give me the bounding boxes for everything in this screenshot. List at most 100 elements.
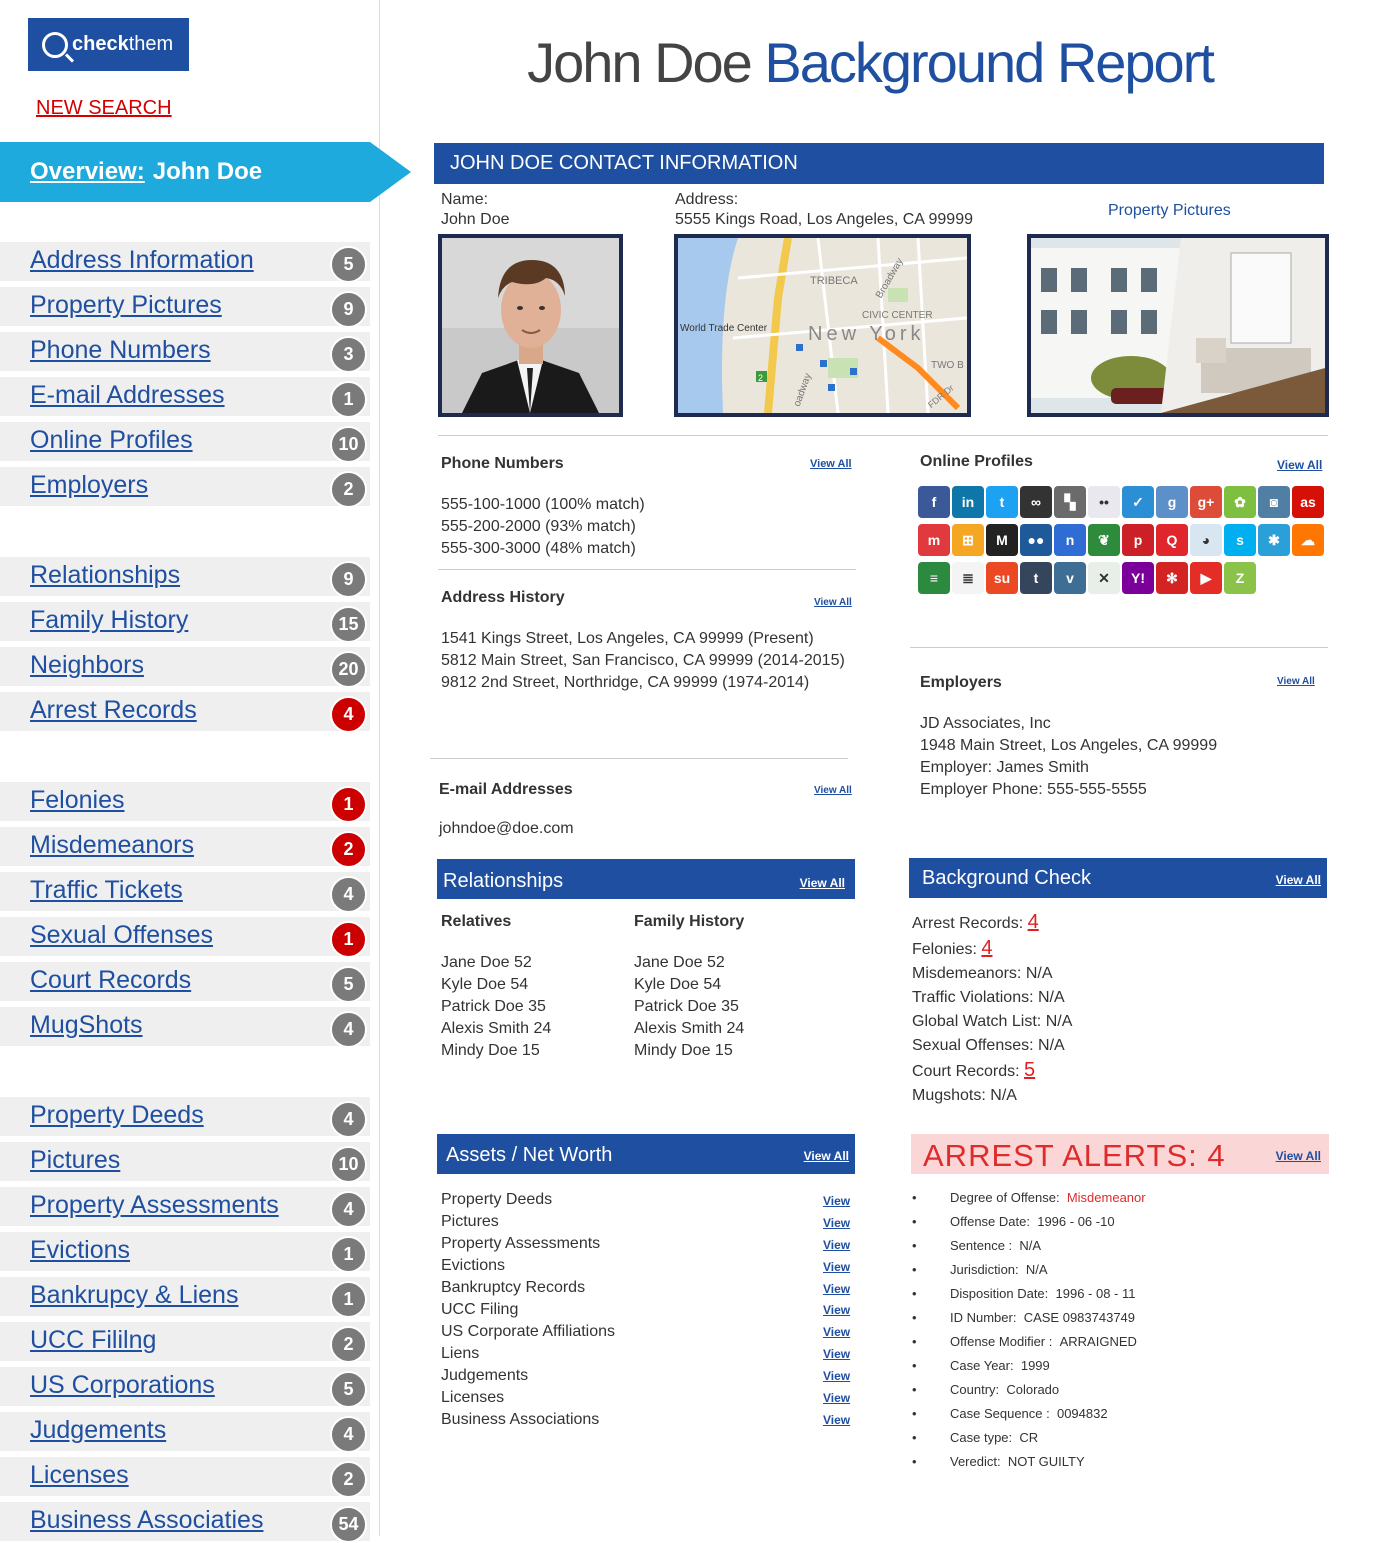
arrest-alert-label: Case type:	[950, 1430, 1013, 1445]
tumblr-icon[interactable]: t	[1020, 562, 1052, 594]
linkedin-icon[interactable]: in	[952, 486, 984, 518]
sidebar-nav-item[interactable]: Misdemeanors 2	[0, 827, 370, 868]
asset-view-link[interactable]: View	[823, 1216, 850, 1238]
sidebar-nav-item[interactable]: Traffic Tickets 4	[0, 872, 370, 913]
meetup-icon[interactable]: m	[918, 524, 950, 556]
online-profiles-view-all-link[interactable]: View All	[1277, 458, 1322, 472]
arrest-alerts-header: ARREST ALERTS: 4 View All	[911, 1134, 1329, 1174]
sidebar-nav-item[interactable]: US Corporations 5	[0, 1367, 370, 1408]
asset-view-link[interactable]: View	[823, 1260, 850, 1282]
spotify-icon[interactable]: ≡	[918, 562, 950, 594]
delicious-icon[interactable]: ▚	[1054, 486, 1086, 518]
stumbleupon-icon[interactable]: su	[986, 562, 1018, 594]
youtube-icon[interactable]: ▶	[1190, 562, 1222, 594]
checkthem-logo[interactable]: check them	[28, 18, 189, 71]
arrest-alert-value: CASE 0983743749	[1023, 1310, 1136, 1325]
icq-icon[interactable]: ✿	[1224, 486, 1256, 518]
sidebar-nav-item[interactable]: Arrest Records 4	[0, 692, 370, 733]
soundcloud-icon[interactable]: ☁	[1292, 524, 1324, 556]
myspace-icon[interactable]: ∞	[1020, 486, 1052, 518]
background-check-label: Court Records:	[912, 1063, 1020, 1080]
sidebar-nav-item[interactable]: Neighbors 20	[0, 647, 370, 688]
asset-view-link[interactable]: View	[823, 1391, 850, 1413]
sidebar-nav-item[interactable]: Property Deeds 4	[0, 1097, 370, 1138]
property-photo[interactable]	[1027, 234, 1329, 417]
sidebar-nav-item[interactable]: Employers 2	[0, 467, 370, 508]
sidebar-nav-item[interactable]: MugShots 4	[0, 1007, 370, 1048]
sidebar-nav-item[interactable]: Phone Numbers 3	[0, 332, 370, 373]
sidebar-nav-item[interactable]: Felonies 1	[0, 782, 370, 823]
sidebar-nav-item[interactable]: Address Information 5	[0, 242, 370, 283]
reddit-icon[interactable]: ◕	[1190, 524, 1222, 556]
lastfm-icon[interactable]: as	[1292, 486, 1324, 518]
quora-icon[interactable]: Q	[1156, 524, 1188, 556]
asset-item: Evictions	[441, 1257, 506, 1274]
asset-view-link[interactable]: View	[823, 1238, 850, 1260]
arrest-alerts-view-all-link[interactable]: View All	[1276, 1149, 1321, 1163]
windows-icon[interactable]: ⊞	[952, 524, 984, 556]
asset-view-link[interactable]: View	[823, 1413, 850, 1435]
emails-view-all-link[interactable]: View All	[814, 785, 852, 796]
myheritage-icon[interactable]: M	[986, 524, 1018, 556]
asset-view-link[interactable]: View	[823, 1325, 850, 1347]
sidebar-nav-item[interactable]: Licenses 2	[0, 1457, 370, 1498]
facebook-icon[interactable]: f	[918, 486, 950, 518]
background-check-value[interactable]: 4	[1028, 911, 1039, 933]
asset-view-link[interactable]: View	[823, 1369, 850, 1391]
yahoo-icon[interactable]: Y!	[1122, 562, 1154, 594]
asset-view-link[interactable]: View	[823, 1347, 850, 1369]
asset-view-link[interactable]: View	[823, 1282, 850, 1304]
background-check-row: Sexual Offenses: N/A	[912, 1034, 1072, 1058]
asset-view-link[interactable]: View	[823, 1303, 850, 1325]
overview-nav-item[interactable]: Overview: John Doe	[0, 142, 411, 202]
sidebar-nav-item[interactable]: Evictions 1	[0, 1232, 370, 1273]
sidebar-nav-item[interactable]: Judgements 4	[0, 1412, 370, 1453]
assets-view-all-link[interactable]: View All	[804, 1149, 849, 1163]
instagram-icon[interactable]: ◙	[1258, 486, 1290, 518]
zerply-icon[interactable]: Z	[1224, 562, 1256, 594]
netlog-icon[interactable]: n	[1054, 524, 1086, 556]
sidebar-nav-item[interactable]: Family History 15	[0, 602, 370, 643]
stumble-people-icon[interactable]: ✱	[1258, 524, 1290, 556]
evernote-icon[interactable]: ❦	[1088, 524, 1120, 556]
assets-header-bar: Assets / Net Worth View All	[437, 1134, 855, 1174]
asset-view-link[interactable]: View	[823, 1194, 850, 1216]
asset-item: UCC Filing	[441, 1301, 519, 1318]
googleplus-icon[interactable]: g+	[1190, 486, 1222, 518]
yelp-icon[interactable]: ✻	[1156, 562, 1188, 594]
name-label: Name:	[441, 191, 489, 208]
sidebar-nav-item[interactable]: Pictures 10	[0, 1142, 370, 1183]
employers-view-all-link[interactable]: View All	[1277, 676, 1315, 687]
vimeo-icon[interactable]: v	[1054, 562, 1086, 594]
address-map[interactable]: TRIBECA CIVIC CENTER World Trade Center …	[674, 234, 971, 417]
sidebar-nav-item[interactable]: Online Profiles 10	[0, 422, 370, 463]
new-search-link[interactable]: NEW SEARCH	[36, 97, 172, 120]
sidebar-nav-item[interactable]: Court Records 5	[0, 962, 370, 1003]
twitter-icon[interactable]: t	[986, 486, 1018, 518]
address-entry: 1541 Kings Street, Los Angeles, CA 99999…	[441, 630, 814, 647]
foursquare-icon[interactable]: ✓	[1122, 486, 1154, 518]
myspace-people-icon[interactable]: ●●	[1020, 524, 1052, 556]
stackoverflow-icon[interactable]: ≣	[952, 562, 984, 594]
sidebar-nav-item[interactable]: UCC Fililng 2	[0, 1322, 370, 1363]
sidebar-nav-item[interactable]: E-mail Addresses 1	[0, 377, 370, 418]
xing-icon[interactable]: ✕	[1088, 562, 1120, 594]
sidebar-nav-item[interactable]: Business Associaties 54	[0, 1502, 370, 1543]
goodreads-icon[interactable]: g	[1156, 486, 1188, 518]
background-check-value[interactable]: 5	[1024, 1059, 1035, 1081]
skype-icon[interactable]: s	[1224, 524, 1256, 556]
phones-view-all-link[interactable]: View All	[810, 458, 852, 470]
profile-photo[interactable]	[438, 234, 623, 417]
bullet: •	[912, 1406, 917, 1421]
sidebar-nav-item[interactable]: Relationships 9	[0, 557, 370, 598]
flickr-icon[interactable]: ••	[1088, 486, 1120, 518]
sidebar-nav-item[interactable]: Property Assessments 4	[0, 1187, 370, 1228]
sidebar-nav-item[interactable]: Bankrupcy & Liens 1	[0, 1277, 370, 1318]
sidebar-nav-item[interactable]: Sexual Offenses 1	[0, 917, 370, 958]
pinterest-icon[interactable]: p	[1122, 524, 1154, 556]
sidebar-nav-item[interactable]: Property Pictures 9	[0, 287, 370, 328]
relationships-view-all-link[interactable]: View All	[800, 876, 845, 890]
background-check-value[interactable]: 4	[981, 937, 992, 959]
background-check-view-all-link[interactable]: View All	[1276, 873, 1321, 887]
address-history-view-all-link[interactable]: View All	[814, 597, 852, 608]
